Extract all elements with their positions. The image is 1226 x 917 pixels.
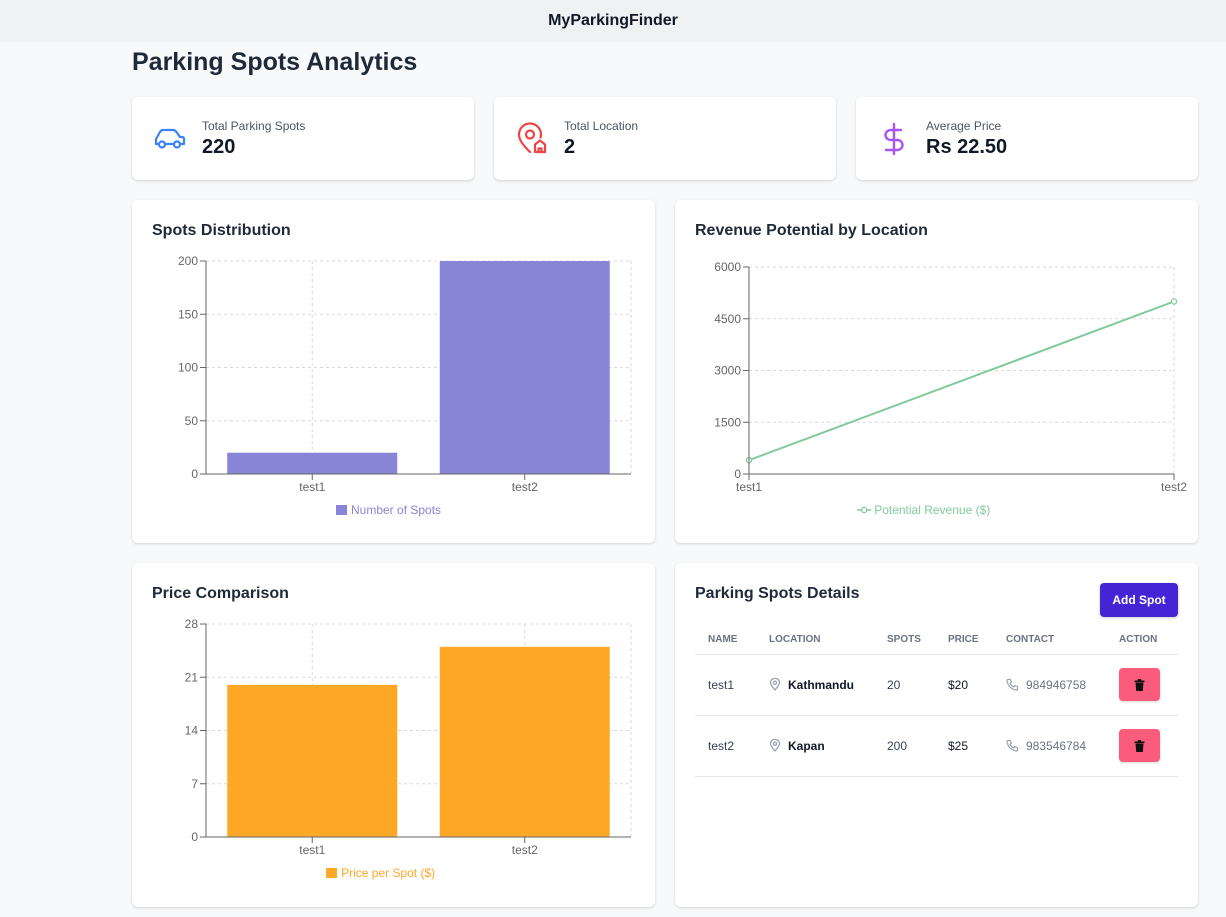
stat-label: Total Parking Spots — [202, 118, 306, 133]
panel-title: Parking Spots Details — [695, 585, 860, 602]
cell-price: $25 — [935, 715, 993, 777]
cell-spots: 200 — [874, 715, 935, 777]
header-location: LOCATION — [756, 625, 874, 655]
parking-details-panel: Parking Spots Details Add Spot NAME LOCA… — [675, 563, 1198, 907]
delete-button[interactable] — [1119, 668, 1160, 701]
point-test2 — [1170, 298, 1178, 305]
y-tick-label: 1500 — [714, 415, 741, 429]
phone-icon — [1006, 678, 1019, 691]
legend-swatch — [326, 868, 338, 878]
table-row: test1 Kathmandu 20 $20 984946758 — [695, 654, 1178, 716]
price-comparison-panel: Price Comparison 0 7 14 21 28 test1 test2 Price… — [132, 563, 655, 907]
trash-icon — [1134, 678, 1145, 691]
y-tick-label: 21 — [185, 670, 199, 684]
y-tick-label: 50 — [185, 414, 199, 428]
series-line — [748, 300, 1175, 462]
legend-label: Potential Revenue ($) — [874, 503, 990, 517]
cell-location: Kapan — [788, 738, 825, 753]
price-comparison-chart: 0 7 14 21 28 test1 test2 Price per Spot ($) — [185, 617, 632, 880]
stat-value: Rs 22.50 — [926, 135, 1008, 158]
legend-label: Price per Spot ($) — [341, 866, 435, 880]
cell-name: test2 — [695, 715, 756, 777]
stat-label: Total Location — [564, 118, 639, 133]
x-tick-label: test2 — [512, 480, 538, 494]
parking-spots-table: NAME LOCATION SPOTS PRICE CONTACT ACTION… — [695, 625, 1178, 777]
x-tick-label: test2 — [512, 843, 538, 857]
table-header-row: NAME LOCATION SPOTS PRICE CONTACT ACTION — [695, 625, 1178, 655]
add-spot-button[interactable]: Add Spot — [1100, 583, 1178, 617]
y-tick-label: 150 — [178, 307, 198, 321]
header-name: NAME — [695, 625, 756, 655]
table-row: test2 Kapan 200 $25 983546784 — [695, 715, 1178, 777]
y-tick-label: 0 — [734, 467, 741, 481]
y-tick-label: 14 — [185, 724, 199, 738]
header-spots: SPOTS — [874, 625, 935, 655]
revenue-potential-panel: Revenue Potential by Location 0 1500 3000 4… — [675, 200, 1198, 543]
y-tick-label: 100 — [178, 361, 198, 375]
stat-value: 220 — [202, 135, 236, 158]
header-price: PRICE — [935, 625, 993, 655]
bar-test2 — [439, 646, 610, 837]
stat-card-total-location: Total Location 2 — [494, 97, 836, 180]
bar-test1 — [227, 452, 398, 474]
cell-name: test1 — [695, 654, 756, 716]
stat-card-average-price: Average Price Rs 22.50 — [856, 97, 1198, 180]
map-pin-icon — [769, 739, 781, 752]
y-tick-label: 200 — [178, 254, 198, 268]
page-title: Parking Spots Analytics — [132, 48, 418, 76]
y-tick-label: 0 — [191, 467, 198, 481]
top-navbar: MyParkingFinder — [0, 0, 1226, 42]
stat-label: Average Price — [926, 118, 1002, 133]
x-tick-label: test1 — [299, 843, 325, 857]
y-tick-label: 28 — [185, 617, 199, 631]
cell-contact: 984946758 — [1026, 677, 1087, 692]
header-contact: CONTACT — [993, 625, 1106, 655]
cell-price: $20 — [935, 654, 993, 716]
bar-test1 — [227, 684, 398, 837]
spots-distribution-panel: Spots Distribution 0 50 100 150 200 test1 test… — [132, 200, 655, 543]
legend-label: Number of Spots — [351, 503, 441, 517]
spots-distribution-chart: 0 50 100 150 200 test1 test2 Number of Spots — [178, 254, 632, 517]
car-icon — [152, 121, 188, 157]
map-pin-icon — [769, 678, 781, 691]
y-tick-label: 4500 — [714, 312, 741, 326]
cell-contact: 983546784 — [1026, 738, 1087, 753]
y-tick-label: 3000 — [714, 364, 741, 378]
legend-swatch — [336, 505, 347, 515]
legend-marker — [860, 506, 868, 514]
y-tick-label: 7 — [191, 777, 198, 791]
y-tick-label: 6000 — [714, 260, 741, 274]
phone-icon — [1006, 739, 1019, 752]
header-action: ACTION — [1106, 625, 1178, 655]
x-tick-label: test1 — [736, 480, 762, 494]
trash-icon — [1134, 739, 1145, 752]
revenue-potential-chart: 0 1500 3000 4500 6000 test1 test2 Potential Rev… — [714, 260, 1187, 517]
app-title: MyParkingFinder — [548, 12, 678, 29]
cell-location: Kathmandu — [788, 677, 854, 692]
stat-card-total-spots: Total Parking Spots 220 — [132, 97, 474, 180]
bar-test2 — [439, 261, 610, 474]
x-tick-label: test2 — [1161, 480, 1187, 494]
x-tick-label: test1 — [299, 480, 325, 494]
stat-value: 2 — [564, 135, 576, 158]
cell-spots: 20 — [874, 654, 935, 716]
y-tick-label: 0 — [191, 830, 198, 844]
dollar-icon — [876, 121, 912, 157]
location-home-icon — [514, 121, 550, 157]
delete-button[interactable] — [1119, 729, 1160, 762]
